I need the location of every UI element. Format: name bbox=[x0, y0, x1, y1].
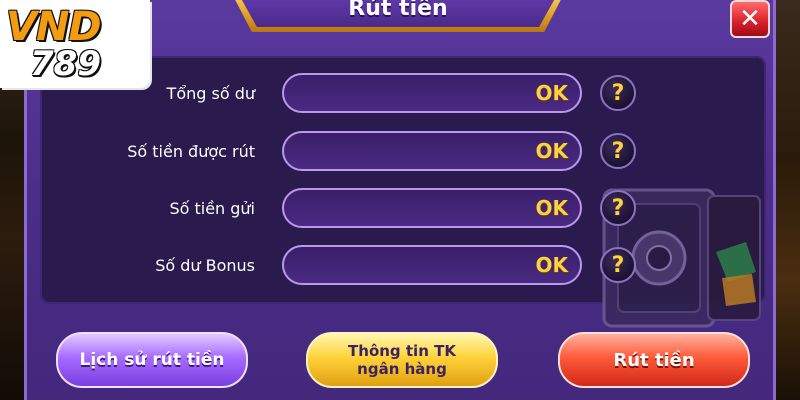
bank-info-label-line2: ngân hàng bbox=[357, 360, 447, 378]
total-balance-field: OK bbox=[282, 73, 582, 113]
withdraw-history-button[interactable]: Lịch sử rút tiền bbox=[56, 332, 248, 388]
deposit-amount-label: Số tiền gửi bbox=[169, 199, 255, 218]
total-balance-label: Tổng số dư bbox=[166, 84, 255, 103]
withdrawable-amount-value: OK bbox=[535, 139, 569, 163]
deposit-amount-field: OK bbox=[282, 188, 582, 228]
bank-info-label-line1: Thông tin TK bbox=[348, 342, 456, 360]
bonus-balance-field: OK bbox=[282, 245, 582, 285]
withdrawable-amount-help-button[interactable]: ? bbox=[600, 133, 636, 169]
bonus-balance-label: Số dư Bonus bbox=[155, 256, 255, 275]
withdraw-button[interactable]: Rút tiền bbox=[558, 332, 750, 388]
dialog-title: Rút tiền bbox=[348, 0, 448, 21]
close-icon: ✕ bbox=[739, 4, 761, 34]
question-icon: ? bbox=[611, 138, 625, 164]
deposit-amount-value: OK bbox=[535, 196, 569, 220]
logo-text-secondary: 789 bbox=[30, 44, 101, 84]
withdraw-button-label: Rút tiền bbox=[613, 349, 695, 371]
bonus-balance-value: OK bbox=[535, 253, 569, 277]
question-icon: ? bbox=[611, 80, 625, 106]
question-icon: ? bbox=[611, 252, 625, 278]
total-balance-value: OK bbox=[535, 81, 569, 105]
bonus-balance-help-button[interactable]: ? bbox=[600, 247, 636, 283]
withdraw-history-label: Lịch sử rút tiền bbox=[79, 350, 225, 370]
title-banner: Rút tiền bbox=[228, 0, 568, 32]
close-button[interactable]: ✕ bbox=[730, 0, 770, 38]
question-icon: ? bbox=[611, 195, 625, 221]
withdrawable-amount-label: Số tiền được rút bbox=[127, 142, 255, 161]
total-balance-help-button[interactable]: ? bbox=[600, 75, 636, 111]
brand-logo: VND 789 bbox=[0, 0, 150, 88]
bank-account-info-button[interactable]: Thông tin TK ngân hàng bbox=[306, 332, 498, 388]
deposit-amount-help-button[interactable]: ? bbox=[600, 190, 636, 226]
withdrawable-amount-field: OK bbox=[282, 131, 582, 171]
